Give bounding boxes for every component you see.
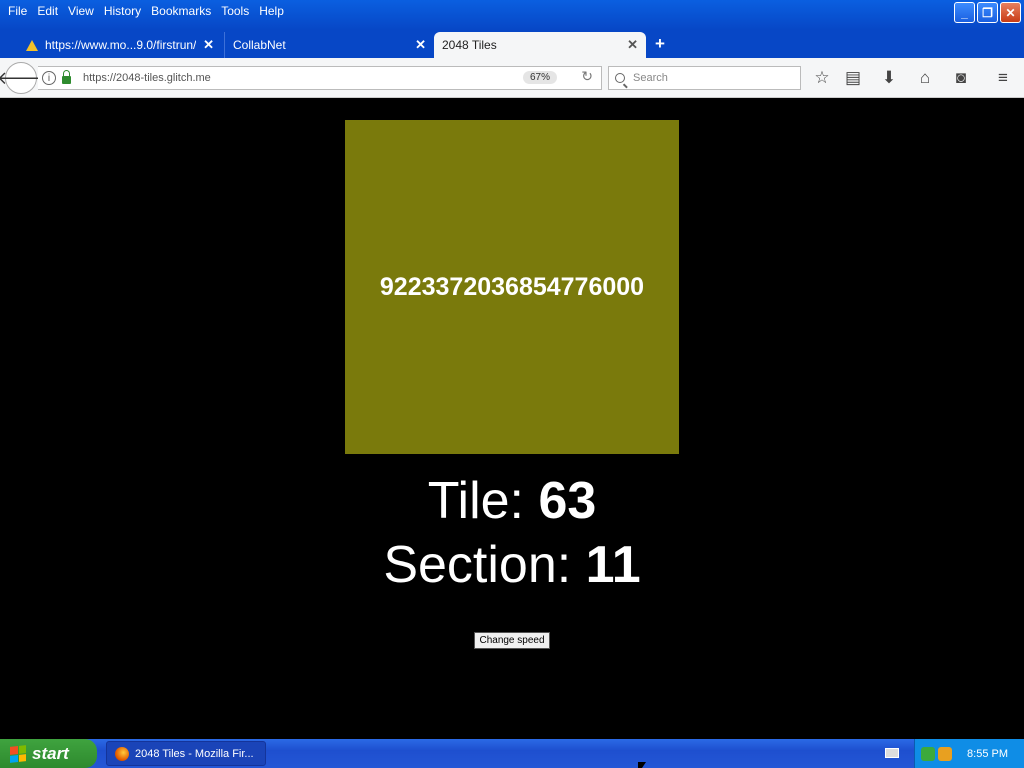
minimize-button[interactable]: _ <box>954 2 975 23</box>
tab-label: CollabNet <box>233 38 286 52</box>
taskbar: start 2048 Tiles - Mozilla Fir... 8:55 P… <box>0 739 1024 768</box>
warning-icon <box>26 39 38 51</box>
menu-file[interactable]: File <box>4 2 33 21</box>
tile-counter: Tile: 63 <box>0 471 1024 531</box>
url-text[interactable]: https://2048-tiles.glitch.me <box>83 72 211 84</box>
navigation-bar: 🡐 i https://2048-tiles.glitch.me 67% ↻ S… <box>0 58 1024 98</box>
reading-list-icon[interactable]: ▤ <box>842 68 864 88</box>
minimize-icon: _ <box>961 5 968 20</box>
url-bar[interactable]: i https://2048-tiles.glitch.me 67% ↻ <box>38 66 602 90</box>
game-tile: 9223372036854776000 <box>345 120 679 454</box>
menu-edit[interactable]: Edit <box>33 2 64 21</box>
bookmark-star-icon[interactable]: ☆ <box>811 68 833 88</box>
download-icon[interactable]: ⬇ <box>878 68 900 88</box>
menu-tools[interactable]: Tools <box>217 2 255 21</box>
menu-view[interactable]: View <box>64 2 100 21</box>
task-label: 2048 Tiles - Mozilla Fir... <box>135 747 254 760</box>
taskbar-firefox-window[interactable]: 2048 Tiles - Mozilla Fir... <box>106 741 266 766</box>
tab-label: https://www.mo...9.0/firstrun/ <box>45 38 197 52</box>
search-placeholder: Search <box>633 72 668 84</box>
menu-bookmarks[interactable]: Bookmarks <box>147 2 217 21</box>
system-tray: 8:55 PM <box>885 739 1024 768</box>
tab-label: 2048 Tiles <box>442 38 497 52</box>
section-counter: Section: 11 <box>0 535 1024 595</box>
clock: 8:55 PM <box>967 747 1008 760</box>
start-button[interactable]: start <box>0 739 97 768</box>
pocket-icon[interactable]: ◙ <box>950 68 972 88</box>
lock-icon <box>62 70 71 84</box>
section-label: Section: <box>383 536 572 594</box>
close-tab-icon[interactable]: ✕ <box>627 37 638 53</box>
section-number: 11 <box>585 536 641 594</box>
menu-help[interactable]: Help <box>255 2 290 21</box>
tab-firstrun[interactable]: https://www.mo...9.0/firstrun/ ✕ <box>18 32 222 58</box>
search-tray-icon[interactable] <box>938 746 952 761</box>
close-tab-icon[interactable]: ✕ <box>415 37 426 53</box>
restore-button[interactable]: ❐ <box>977 2 998 23</box>
change-speed-button[interactable]: Change speed <box>474 632 550 649</box>
close-tab-icon[interactable]: ✕ <box>203 37 214 53</box>
tab-strip: https://www.mo...9.0/firstrun/ ✕ CollabN… <box>0 30 1024 58</box>
tile-number: 63 <box>538 472 597 530</box>
restore-icon: ❐ <box>982 5 993 20</box>
windows-logo-icon <box>10 744 26 763</box>
search-icon <box>615 73 625 83</box>
back-button[interactable]: 🡐 <box>0 62 45 94</box>
menu-hamburger-icon[interactable]: ≡ <box>992 68 1014 88</box>
close-window-button[interactable]: ✕ <box>1000 2 1021 23</box>
home-icon[interactable]: ⌂ <box>914 68 936 88</box>
mouse-cursor-icon <box>638 762 646 768</box>
menubar: File Edit View History Bookmarks Tools H… <box>4 2 290 21</box>
zoom-indicator[interactable]: 67% <box>522 71 557 84</box>
start-label: start <box>32 743 69 763</box>
tab-collabnet[interactable]: CollabNet ✕ <box>224 32 434 58</box>
new-tab-icon[interactable]: + <box>655 34 665 54</box>
tile-label: Tile: <box>427 472 524 530</box>
firefox-icon <box>115 746 129 761</box>
tab-2048-tiles[interactable]: 2048 Tiles ✕ <box>434 32 646 58</box>
close-icon: ✕ <box>1005 5 1016 20</box>
page-content: 9223372036854776000 Tile: 63 Section: 11… <box>0 99 1024 739</box>
info-icon[interactable]: i <box>42 71 56 85</box>
tile-value: 9223372036854776000 <box>379 272 645 301</box>
menu-history[interactable]: History <box>100 2 147 21</box>
window-titlebar: File Edit View History Bookmarks Tools H… <box>0 0 1024 30</box>
keyboard-icon[interactable] <box>885 748 899 758</box>
search-input[interactable]: Search <box>608 66 801 90</box>
reload-icon[interactable]: ↻ <box>581 68 593 85</box>
network-icon[interactable] <box>921 746 935 761</box>
